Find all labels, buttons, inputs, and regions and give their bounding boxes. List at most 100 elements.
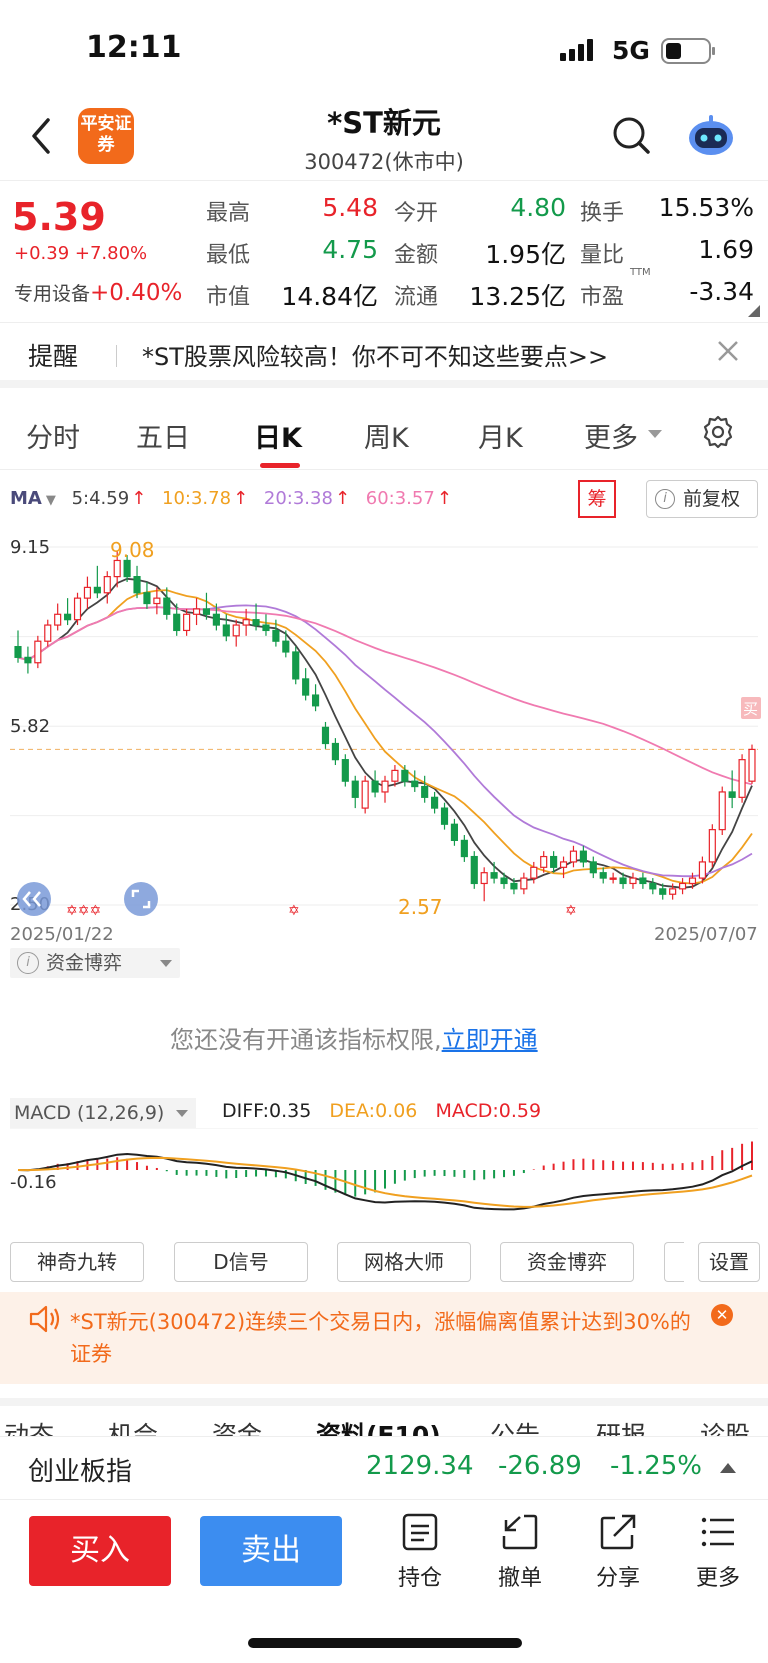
robot-assistant-icon[interactable] [686, 112, 736, 158]
ma60-value: 60:3.57 [365, 488, 435, 509]
tab-weekly-k[interactable]: 周K [364, 416, 409, 455]
tab-diagnosis[interactable]: 诊股 [700, 1416, 750, 1436]
candle [34, 640, 42, 664]
reminder-divider [116, 345, 117, 367]
candle [480, 872, 488, 885]
tool-fund-game[interactable]: 资金博弈 [500, 1242, 634, 1282]
candle [569, 850, 578, 863]
stock-code: 300472(休市中) [304, 150, 464, 174]
candle [748, 748, 756, 782]
candle [24, 656, 32, 664]
buy-marker[interactable]: 买 [741, 697, 761, 719]
quote-value-open: 4.80 [510, 193, 566, 222]
tab-f10[interactable]: 资料(F10) [316, 1416, 441, 1436]
sell-button[interactable]: 卖出 [200, 1516, 342, 1586]
candle [599, 872, 607, 879]
event-marker-icons[interactable]: ✡✡✡ [66, 903, 101, 919]
tool-more-partial[interactable] [664, 1242, 684, 1282]
candle [649, 882, 657, 890]
tab-more[interactable]: 更多 [584, 416, 638, 455]
activate-link[interactable]: 立即开通 [442, 1026, 538, 1054]
kline-chart[interactable]: 9.15 5.82 2.50 9.08 2.57 ✡✡✡ ✡ ✡ 买 [0, 525, 768, 923]
candle [133, 576, 141, 594]
candle [490, 872, 498, 879]
quote-label-market-cap: 市值 [206, 285, 251, 310]
candle [361, 780, 369, 809]
positions-label: 持仓 [397, 1566, 442, 1591]
buy-button[interactable]: 买入 [29, 1516, 171, 1586]
gear-icon[interactable] [700, 414, 736, 450]
active-tab-underline [260, 463, 300, 468]
chevron-down-icon [176, 1110, 188, 1117]
tool-d-signal[interactable]: D信号 [174, 1242, 308, 1282]
event-marker-icon[interactable]: ✡ [288, 903, 300, 919]
positions-button[interactable]: 持仓 [380, 1512, 460, 1592]
tool-settings[interactable]: 设置 [698, 1242, 760, 1282]
more-button[interactable]: 更多 [678, 1512, 758, 1592]
search-icon[interactable] [612, 116, 652, 156]
tab-opportunity[interactable]: 机会 [108, 1416, 158, 1436]
tab-monthly-k[interactable]: 月K [478, 416, 523, 455]
quote-value-high: 5.48 [322, 193, 378, 222]
macd-chart[interactable] [0, 1128, 768, 1233]
candle [331, 742, 339, 761]
candle [579, 850, 587, 863]
fullscreen-icon[interactable] [124, 882, 158, 916]
current-price: 5.39 [12, 195, 106, 239]
tab-research[interactable]: 研报 [596, 1416, 646, 1436]
ma-legend[interactable]: MA ▼ 5:4.59 ↑ 10:3.78 ↑ 20:3.38 ↑ 60:3.57 ↑ [10, 488, 462, 512]
close-icon[interactable]: ✕ [711, 1304, 733, 1326]
tab-announcement[interactable]: 公告 [490, 1416, 540, 1436]
quote-value-turnover: 15.53% [658, 193, 754, 222]
quote-label-amount: 金额 [394, 243, 439, 268]
tool-nine-turn[interactable]: 神奇九转 [10, 1242, 144, 1282]
adjust-mode-button[interactable]: i 前复权 [646, 480, 758, 518]
close-icon[interactable] [716, 339, 740, 363]
permission-notice: 您还没有开通该指标权限,立即开通 [170, 1020, 538, 1055]
sector-info[interactable]: 专用设备+0.40% [14, 279, 182, 306]
ma5-up-icon: ↑ [131, 488, 147, 509]
ma60-up-icon: ↑ [436, 488, 452, 509]
quote-label-open: 今开 [394, 201, 439, 226]
event-marker-icon[interactable]: ✡ [565, 903, 577, 919]
info-tabs: 动态 机会 资金 资料(F10) 公告 研报 诊股 [0, 1398, 768, 1436]
chevron-up-icon[interactable] [720, 1463, 736, 1473]
chip-distribution-button[interactable]: 筹 [578, 480, 616, 518]
status-bar: 12:11 5G [0, 0, 768, 100]
kline-period-tabs: 分时 五日 日K 周K 月K 更多 [0, 400, 768, 470]
tab-news[interactable]: 动态 [4, 1416, 54, 1436]
candle [143, 592, 151, 605]
candle [64, 613, 72, 621]
tab-intraday[interactable]: 分时 [26, 416, 80, 455]
candle [83, 586, 92, 599]
share-button[interactable]: 分享 [578, 1512, 658, 1592]
reminder-text[interactable]: *ST股票风险较高！你不可不知这些要点>> [142, 337, 608, 372]
share-label: 分享 [595, 1566, 640, 1591]
cancel-order-button[interactable]: 撤单 [480, 1512, 560, 1592]
adjust-mode-label: 前复权 [683, 488, 741, 510]
tab-daily-k[interactable]: 日K [254, 416, 302, 455]
exchange-notice[interactable]: *ST新元(300472)连续三个交易日内，涨幅偏离值累计达到30%的证券 ✕ [0, 1292, 768, 1384]
index-name: 创业板指 [28, 1457, 133, 1487]
quote-label-high: 最高 [206, 201, 251, 226]
tool-grid-master[interactable]: 网格大师 [337, 1242, 471, 1282]
candle [202, 608, 211, 615]
candle [54, 613, 62, 626]
quote-expand-corner-icon[interactable] [748, 305, 760, 317]
fund-game-dropdown[interactable]: i 资金博弈 [10, 948, 180, 978]
stock-name: *ST新元 [327, 106, 441, 140]
tab-five-day[interactable]: 五日 [136, 416, 190, 455]
candle [212, 613, 220, 626]
home-indicator[interactable] [248, 1638, 522, 1648]
candle [470, 855, 478, 885]
candle [550, 855, 558, 868]
ma-lines [17, 577, 753, 889]
index-ticker-bar[interactable]: 创业板指 2129.34 -26.89 -1.25% [0, 1436, 768, 1500]
ma60-line [17, 606, 753, 786]
candle [589, 861, 597, 874]
risk-reminder-bar[interactable]: 提醒 *ST股票风险较高！你不可不知这些要点>> [0, 322, 768, 388]
prev-page-icon[interactable] [17, 882, 51, 916]
macd-indicator-dropdown[interactable]: MACD (12,26,9) [10, 1098, 196, 1128]
candle [520, 877, 528, 890]
tab-capital[interactable]: 资金 [212, 1416, 262, 1436]
